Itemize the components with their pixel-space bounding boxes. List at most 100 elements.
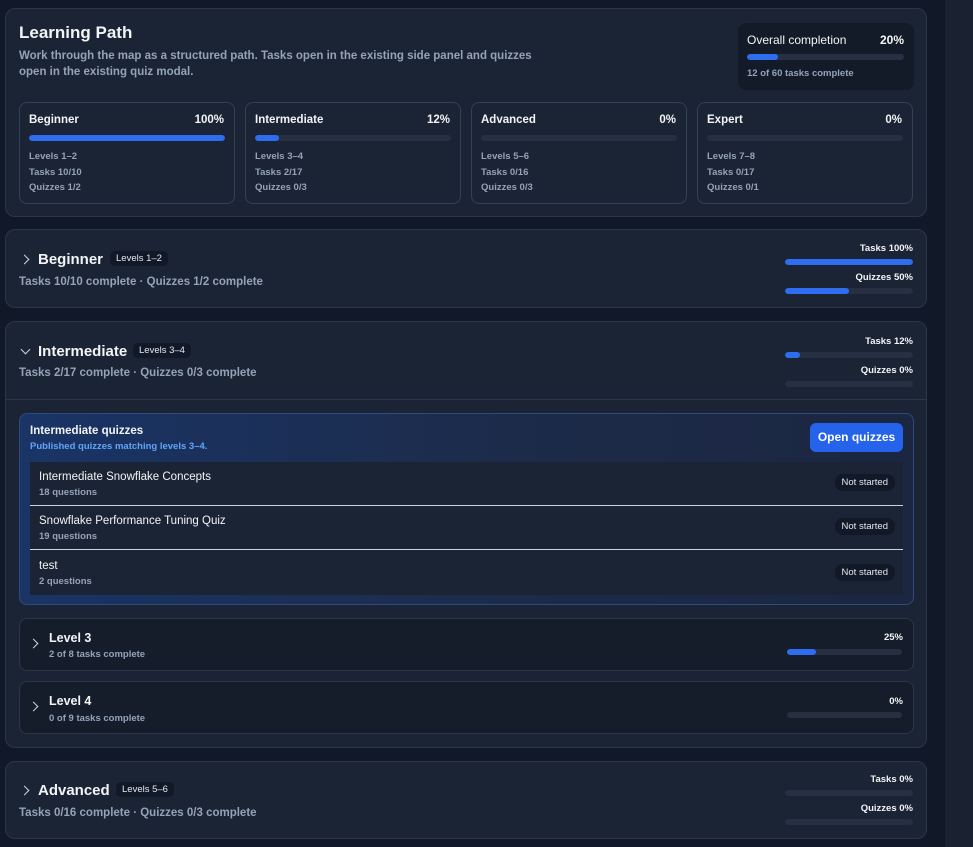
tier-name: Advanced [481,114,536,126]
tier-quizzes: Quizzes 0/1 [707,182,759,193]
quizzes-percent-label: Quizzes 50% [855,272,913,283]
quiz-panel-title: Intermediate quizzes [30,425,144,437]
chevron-right-icon [19,785,30,796]
section-title: Advanced [38,782,110,799]
level-percent: 25% [883,632,903,643]
tier-percent: 12% [426,114,450,126]
levels-badge: Levels 5–6 [116,782,174,797]
overall-completion-percent: 20% [879,33,904,47]
quiz-name: Snowflake Performance Tuning Quiz [39,515,226,527]
level-name: Level 4 [49,694,92,708]
status-badge: Not started [834,474,895,491]
tier-progress-fill [29,135,225,141]
tier-quizzes: Quizzes 0/3 [481,182,533,193]
tier-card-beginner[interactable]: Beginner 100% Levels 1–2 Tasks 10/10 Qui… [19,102,235,204]
level-progress-bar [787,649,902,655]
overall-progress-fill [747,54,779,60]
status-badge: Not started [834,518,895,535]
tier-name: Intermediate [255,114,324,126]
level-progress-bar [787,712,902,718]
status-badge: Not started [834,564,895,581]
quiz-question-count: 18 questions [39,487,98,498]
levels-badge: Levels 3–4 [133,343,191,358]
tier-quizzes: Quizzes 1/2 [29,182,81,193]
tier-levels: Levels 5–6 [481,151,530,162]
section-summary: Tasks 2/17 complete · Quizzes 0/3 comple… [19,367,257,379]
quizzes-progress-fill [785,288,849,294]
tier-card-expert[interactable]: Expert 0% Levels 7–8 Tasks 0/17 Quizzes … [697,102,913,204]
tasks-progress-bar [785,352,913,358]
tasks-percent-label: Tasks 12% [865,336,913,347]
quiz-question-count: 19 questions [39,531,98,542]
tier-meta: Levels 3–4 Tasks 2/17 Quizzes 0/3 [255,149,307,196]
overall-task-count: 12 of 60 tasks complete [747,68,854,79]
quizzes-progress-bar [785,288,913,294]
tasks-percent-label: Tasks 100% [859,243,913,254]
level-card-3[interactable]: Level 3 2 of 8 tasks complete 25% [19,618,914,671]
tier-meta: Levels 7–8 Tasks 0/17 Quizzes 0/1 [707,149,759,196]
overall-completion-card: Overall completion 20% 12 of 60 tasks co… [738,23,914,90]
scrollbar-track[interactable] [945,0,973,847]
tier-card-advanced[interactable]: Advanced 0% Levels 5–6 Tasks 0/16 Quizze… [471,102,687,204]
overall-completion-label: Overall completion [747,33,847,47]
quiz-panel-subtitle: Published quizzes matching levels 3–4. [30,441,208,452]
overall-progress-bar [747,54,904,60]
tier-tasks: Tasks 0/16 [481,166,529,178]
tier-name: Expert [707,114,743,126]
chevron-right-icon [28,701,39,712]
level-progress-fill [787,649,816,655]
tier-tasks: Tasks 0/17 [707,166,755,178]
section-summary: Tasks 10/10 complete · Quizzes 1/2 compl… [19,276,263,288]
tier-progress-fill [255,135,279,141]
tier-progress-bar [255,135,451,141]
tier-meta: Levels 1–2 Tasks 10/10 Quizzes 1/2 [29,149,82,196]
tier-levels: Levels 1–2 [29,151,78,162]
intermediate-quizzes-panel: Intermediate quizzes Published quizzes m… [19,413,914,605]
section-intermediate-toggle[interactable]: Intermediate Levels 3–4 Tasks 2/17 compl… [6,322,926,400]
tier-card-intermediate[interactable]: Intermediate 12% Levels 3–4 Tasks 2/17 Q… [245,102,461,204]
tier-progress-bar [29,135,225,141]
learning-path-header: Learning Path Work through the map as a … [5,8,927,217]
quiz-name: test [39,560,58,572]
quiz-list-item[interactable]: Snowflake Performance Tuning Quiz 19 que… [30,506,903,549]
quiz-question-count: 2 questions [39,576,92,587]
levels-badge: Levels 1–2 [110,251,168,266]
section-title: Intermediate [38,343,128,360]
tier-progress-bar [481,135,677,141]
section-advanced-toggle[interactable]: Advanced Levels 5–6 Tasks 0/16 complete … [6,762,926,838]
quiz-list: Intermediate Snowflake Concepts 18 quest… [30,462,903,595]
section-summary: Tasks 0/16 complete · Quizzes 0/3 comple… [19,807,257,819]
section-beginner-toggle[interactable]: Beginner Levels 1–2 Tasks 10/10 complete… [6,230,926,306]
chevron-right-icon [19,254,30,265]
quizzes-progress-bar [785,819,913,825]
quiz-name: Intermediate Snowflake Concepts [39,471,211,483]
tier-percent: 0% [659,114,676,126]
quiz-list-item[interactable]: Intermediate Snowflake Concepts 18 quest… [30,462,903,505]
tier-levels: Levels 3–4 [255,151,304,162]
tier-quizzes: Quizzes 0/3 [255,182,307,193]
chevron-down-icon [20,344,31,355]
level-percent: 0% [889,696,903,707]
quizzes-percent-label: Quizzes 0% [860,803,913,814]
section-advanced: Advanced Levels 5–6 Tasks 0/16 complete … [5,761,927,839]
quizzes-progress-bar [785,381,913,387]
section-title: Beginner [38,251,104,268]
quiz-list-item[interactable]: test 2 questions Not started [30,550,903,595]
tasks-progress-bar [785,259,913,265]
tier-tasks: Tasks 10/10 [29,166,82,178]
tier-tasks: Tasks 2/17 [255,166,303,178]
quizzes-percent-label: Quizzes 0% [860,365,913,376]
open-quizzes-button[interactable]: Open quizzes [810,423,903,452]
tasks-progress-fill [785,352,801,358]
level-card-4[interactable]: Level 4 0 of 9 tasks complete 0% [19,681,914,734]
page-title: Learning Path [19,23,133,42]
tier-percent: 100% [194,114,224,126]
level-name: Level 3 [49,631,92,645]
tasks-percent-label: Tasks 0% [870,774,913,785]
chevron-right-icon [28,638,39,649]
tier-levels: Levels 7–8 [707,151,756,162]
tasks-progress-fill [785,259,913,265]
tier-name: Beginner [29,114,79,126]
tier-meta: Levels 5–6 Tasks 0/16 Quizzes 0/3 [481,149,533,196]
section-intermediate: Intermediate Levels 3–4 Tasks 2/17 compl… [5,321,927,748]
